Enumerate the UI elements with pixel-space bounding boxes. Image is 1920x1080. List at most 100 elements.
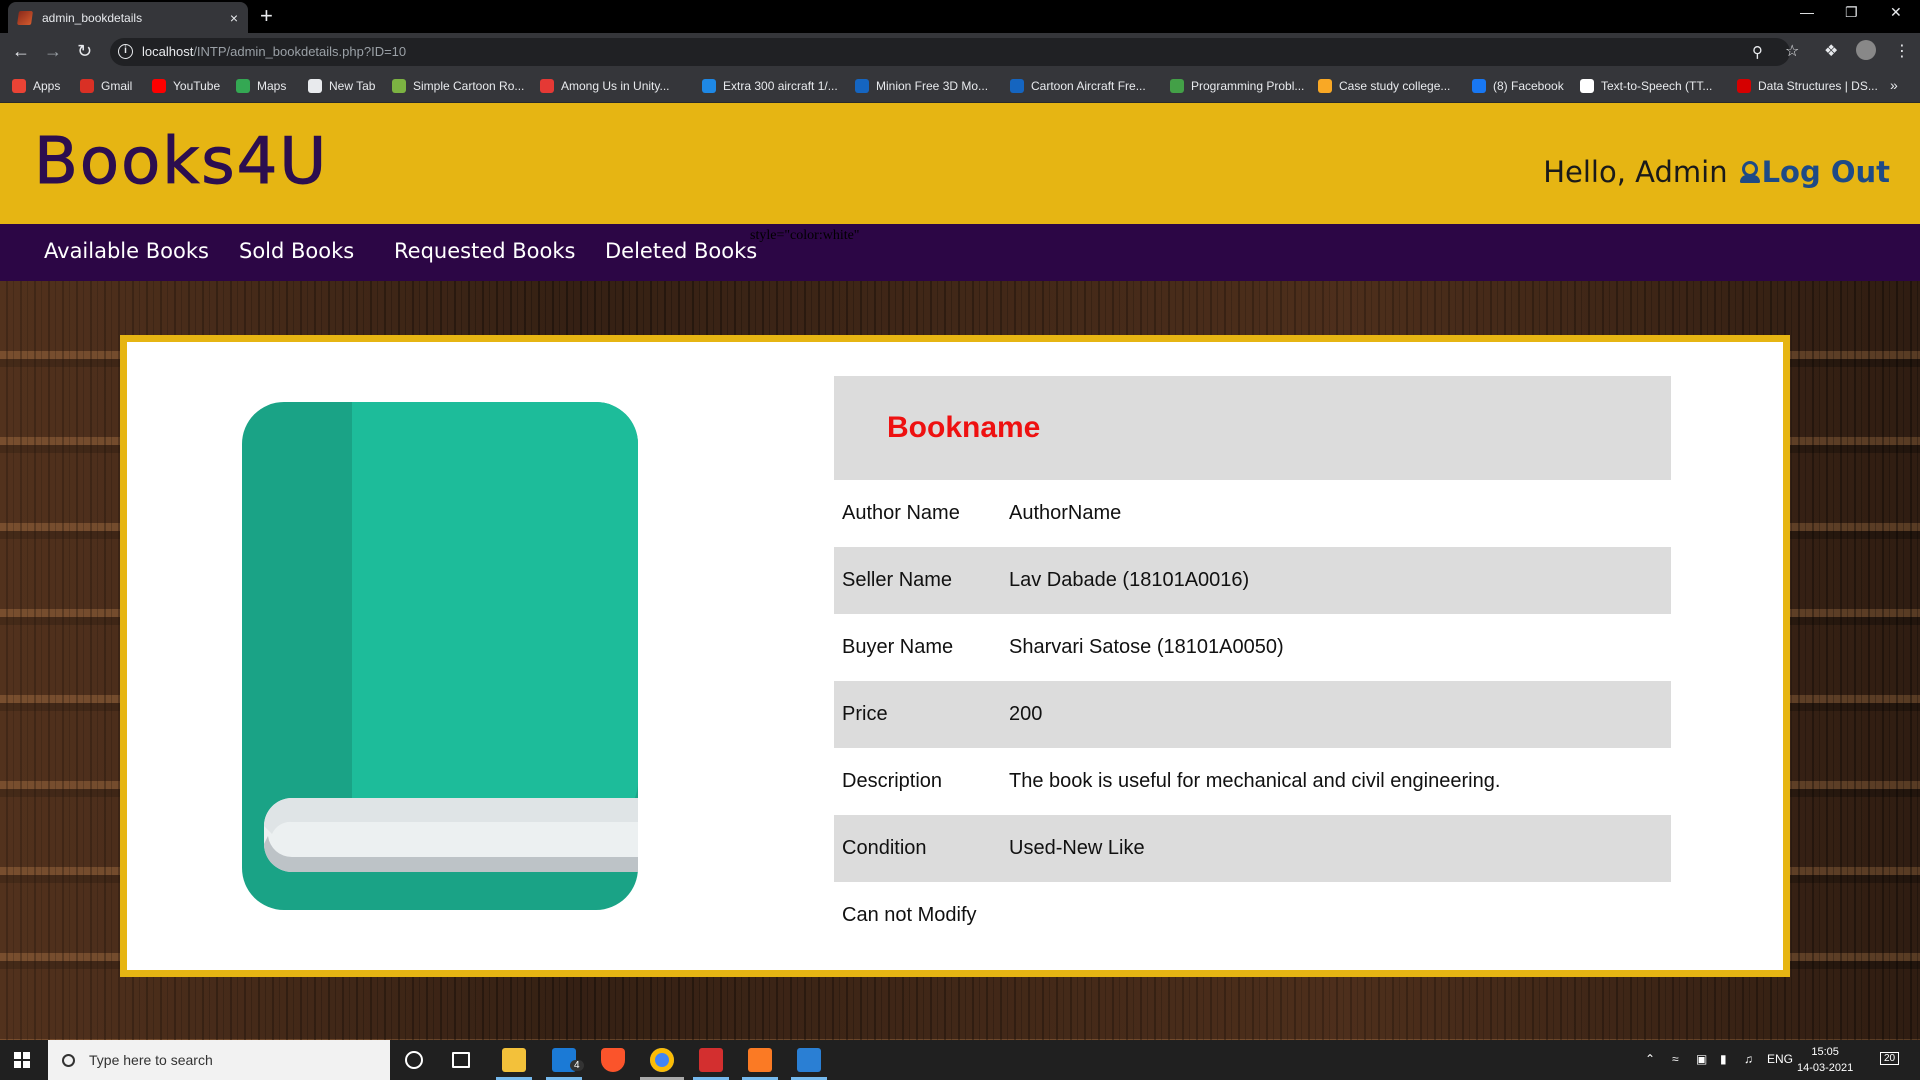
web-page: Books4U Hello, Admin Log Out Available B… <box>0 103 1920 1040</box>
bookmark-favicon-icon <box>1318 79 1332 93</box>
nav-sold-books[interactable]: Sold Books <box>239 239 354 263</box>
bookmark-favicon-icon <box>855 79 869 93</box>
detail-row-seller: Seller Name Lav Dabade (18101A0016) <box>834 547 1671 614</box>
bookmark-favicon-icon <box>12 79 26 93</box>
acrobat-icon[interactable] <box>699 1048 723 1072</box>
bookmark-item[interactable]: Case study college... <box>1318 79 1450 93</box>
reload-icon[interactable]: ↻ <box>77 41 92 61</box>
cortana-icon[interactable] <box>405 1051 423 1069</box>
bookmark-label: Maps <box>257 79 287 93</box>
bookmark-star-icon[interactable]: ☆ <box>1785 41 1799 61</box>
bookmark-favicon-icon <box>1170 79 1184 93</box>
restore-icon[interactable]: ❐ <box>1845 4 1858 21</box>
extensions-icon[interactable]: ❖ <box>1824 41 1838 61</box>
bookmark-item[interactable]: YouTube <box>152 79 220 93</box>
bookmark-item[interactable]: Apps <box>12 79 60 93</box>
tab-title: admin_bookdetails <box>42 10 143 25</box>
bookmark-favicon-icon <box>80 79 94 93</box>
close-tab-icon[interactable]: × <box>230 10 238 26</box>
profile-avatar[interactable] <box>1856 40 1876 60</box>
greeting-text: Hello, Admin <box>1543 155 1728 189</box>
bookmark-label: Case study college... <box>1339 79 1451 93</box>
taskbar-search-input[interactable]: Type here to search <box>48 1040 390 1080</box>
bookmark-item[interactable]: Programming Probl... <box>1170 79 1304 93</box>
bookmark-item[interactable]: Cartoon Aircraft Fre... <box>1010 79 1146 93</box>
browser-tab[interactable]: admin_bookdetails × <box>8 2 248 33</box>
bookmark-item[interactable]: Text-to-Speech (TT... <box>1580 79 1712 93</box>
bookmark-label: Among Us in Unity... <box>561 79 670 93</box>
book-icon <box>242 402 638 910</box>
detail-label: Seller Name <box>842 569 953 591</box>
nav-available-books[interactable]: Available Books <box>44 239 209 263</box>
detail-row-author: Author Name AuthorName <box>834 480 1671 547</box>
main-nav: Available Books Sold Books Requested Boo… <box>0 224 1920 281</box>
file-explorer-icon[interactable] <box>502 1048 526 1072</box>
chrome-icon[interactable] <box>650 1048 674 1072</box>
bookmark-favicon-icon <box>540 79 554 93</box>
logout-link[interactable]: Log Out <box>1762 155 1890 189</box>
detail-row-condition: Condition Used-New Like <box>834 815 1671 882</box>
detail-value: AuthorName <box>1009 502 1122 524</box>
nav-requested-books[interactable]: Requested Books <box>394 239 575 263</box>
bookmark-label: Simple Cartoon Ro... <box>413 79 525 93</box>
bookmark-favicon-icon <box>392 79 406 93</box>
address-url[interactable]: localhost/INTP/admin_bookdetails.php?ID=… <box>142 44 406 59</box>
detail-row-description: Description The book is useful for mecha… <box>834 748 1671 815</box>
xampp-icon[interactable] <box>748 1048 772 1072</box>
security-icon[interactable]: ▣ <box>1696 1052 1707 1066</box>
forward-icon[interactable]: → <box>44 41 62 61</box>
system-clock[interactable]: 15:05 14-03-2021 <box>1797 1044 1853 1076</box>
user-greeting-area: Hello, Admin Log Out <box>1543 155 1890 189</box>
input-language[interactable]: ENG <box>1767 1052 1793 1066</box>
stray-markup-text: style="color:white" <box>750 228 860 243</box>
bookmarks-overflow-icon[interactable]: » <box>1890 77 1898 93</box>
bookmark-label: Programming Probl... <box>1191 79 1305 93</box>
bookmark-item[interactable]: Extra 300 aircraft 1/... <box>702 79 838 93</box>
photos-icon[interactable] <box>797 1048 821 1072</box>
new-tab-button[interactable]: + <box>260 4 273 28</box>
detail-row-price: Price 200 <box>834 681 1671 748</box>
nav-deleted-books[interactable]: Deleted Books <box>605 239 757 263</box>
bookmark-item[interactable]: Data Structures | DS... <box>1737 79 1878 93</box>
bookmark-item[interactable]: Minion Free 3D Mo... <box>855 79 988 93</box>
site-logo[interactable]: Books4U <box>33 125 328 200</box>
bookmark-label: Text-to-Speech (TT... <box>1601 79 1713 93</box>
brave-browser-icon[interactable] <box>601 1048 625 1072</box>
bookmark-label: Cartoon Aircraft Fre... <box>1031 79 1146 93</box>
volume-icon[interactable]: ♫ <box>1744 1052 1753 1066</box>
book-details-table: Bookname Author Name AuthorName Seller N… <box>834 376 1671 949</box>
battery-icon[interactable]: ▮ <box>1720 1052 1727 1066</box>
bookmark-label: New Tab <box>329 79 376 93</box>
bookmark-label: (8) Facebook <box>1493 79 1564 93</box>
notifications-badge[interactable]: 20 <box>1880 1052 1900 1065</box>
task-view-icon[interactable] <box>452 1052 470 1068</box>
detail-label: Description <box>842 770 943 792</box>
windows-start-icon[interactable] <box>14 1052 30 1068</box>
bookmark-item[interactable]: Among Us in Unity... <box>540 79 669 93</box>
detail-value: Lav Dabade (18101A0016) <box>1009 569 1250 591</box>
address-bar[interactable]: i localhost/INTP/admin_bookdetails.php?I… <box>110 38 1790 66</box>
detail-value: Used-New Like <box>1009 837 1145 859</box>
close-window-icon[interactable]: ✕ <box>1890 4 1902 21</box>
bookmark-item[interactable]: Simple Cartoon Ro... <box>392 79 524 93</box>
bookmark-favicon-icon <box>1010 79 1024 93</box>
network-icon[interactable]: ≈ <box>1672 1052 1679 1066</box>
bookmark-item[interactable]: Maps <box>236 79 286 93</box>
show-hidden-icons[interactable]: ⌃ <box>1645 1052 1655 1066</box>
bookmark-item[interactable]: New Tab <box>308 79 375 93</box>
detail-value: 200 <box>1009 703 1043 725</box>
minimize-icon[interactable]: — <box>1800 4 1814 20</box>
bookmark-favicon-icon <box>236 79 250 93</box>
zoom-icon[interactable]: ⚲ <box>1752 43 1763 61</box>
browser-toolbar: ← → ↻ i localhost/INTP/admin_bookdetails… <box>0 33 1920 71</box>
book-title: Bookname <box>887 411 1041 444</box>
bookmark-favicon-icon <box>1580 79 1594 93</box>
bookmark-item[interactable]: Gmail <box>80 79 132 93</box>
book-details-card: Bookname Author Name AuthorName Seller N… <box>120 335 1790 977</box>
bookmarks-bar: » Apps Gmail YouTube Maps New Tab Simple Cart… <box>0 71 1920 103</box>
site-info-icon[interactable]: i <box>118 44 133 59</box>
menu-kebab-icon[interactable]: ⋮ <box>1894 41 1910 61</box>
bookmark-item[interactable]: (8) Facebook <box>1472 79 1564 93</box>
back-icon[interactable]: ← <box>12 41 30 61</box>
detail-label: Buyer Name <box>842 636 954 658</box>
